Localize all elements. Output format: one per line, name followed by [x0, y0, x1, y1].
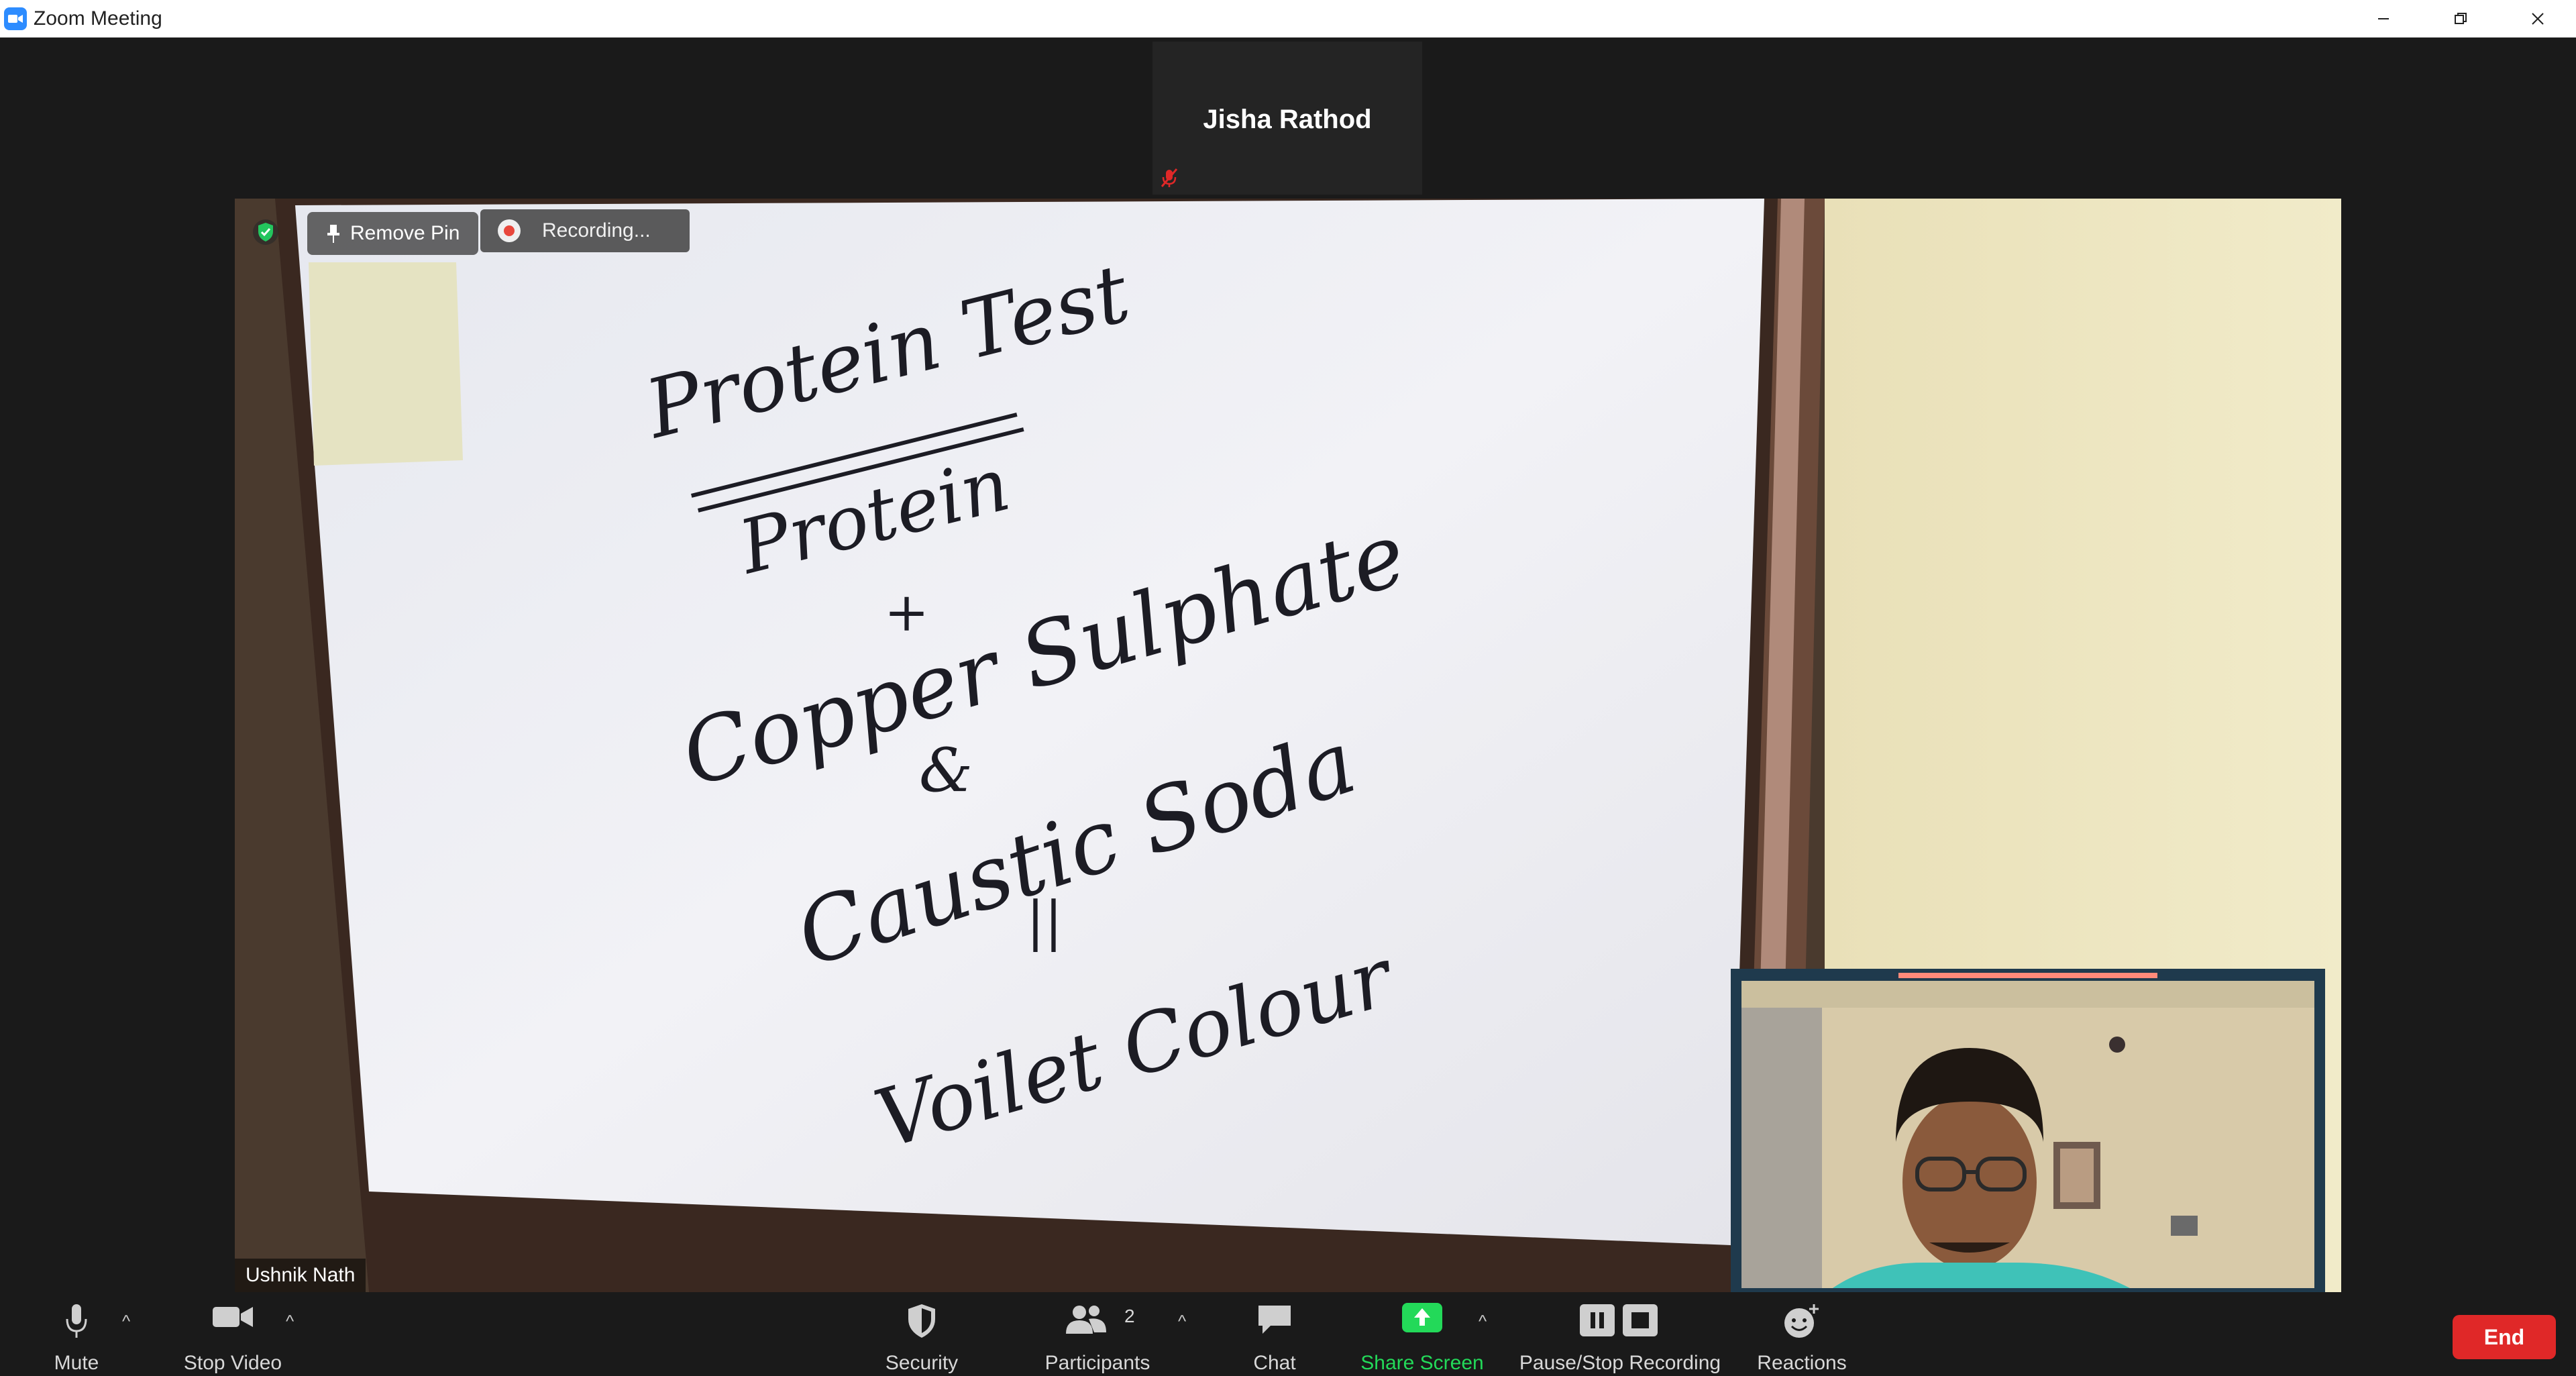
reactions-button[interactable]: Reactions — [1755, 1292, 1849, 1376]
video-camera-icon — [213, 1307, 253, 1327]
minimize-icon — [2377, 18, 2389, 19]
pause-stop-icons — [1580, 1304, 1658, 1336]
pause-stop-recording-button[interactable]: Pause/Stop Recording — [1517, 1292, 1723, 1376]
self-view-feed — [1741, 981, 2314, 1288]
zoom-app-icon — [4, 7, 27, 30]
security-label: Security — [885, 1352, 959, 1374]
mute-label: Mute — [54, 1352, 99, 1374]
share-screen-button[interactable]: Share Screen — [1359, 1292, 1485, 1376]
close-button[interactable] — [2499, 0, 2576, 38]
window-controls — [2345, 0, 2576, 38]
participants-icon — [1065, 1306, 1106, 1334]
chat-label: Chat — [1253, 1352, 1296, 1374]
encryption-shield-icon[interactable] — [252, 219, 279, 246]
reactions-smiley-icon — [1784, 1304, 1819, 1338]
chat-bubble-icon — [1258, 1306, 1291, 1334]
self-view-camera-image — [1741, 981, 2314, 1288]
minimize-button[interactable] — [2345, 0, 2422, 38]
window-title: Zoom Meeting — [34, 7, 162, 30]
whiteboard-line-7: || — [1026, 890, 1063, 952]
restore-icon — [2454, 13, 2467, 24]
share-screen-icon — [1402, 1303, 1442, 1332]
restore-button[interactable] — [2422, 0, 2499, 38]
participant-name-label: Ushnik Nath — [235, 1259, 366, 1292]
stop-video-button[interactable]: Stop Video — [176, 1292, 290, 1376]
participants-count-badge: 2 — [1124, 1306, 1135, 1326]
audio-options-chevron-icon[interactable]: ^ — [122, 1311, 130, 1332]
stop-video-label: Stop Video — [183, 1352, 282, 1374]
meeting-toolbar: Mute ^ Stop Video ^ Security 2 Participa… — [0, 1292, 2576, 1376]
participant-tile-top[interactable]: Jisha Rathod — [1152, 42, 1422, 195]
self-view-video[interactable] — [1731, 969, 2325, 1292]
remove-pin-label: Remove Pin — [350, 222, 460, 244]
whiteboard-line-3: + — [884, 581, 930, 643]
chat-button[interactable]: Chat — [1246, 1292, 1303, 1376]
microphone-icon — [66, 1304, 87, 1338]
pin-icon — [327, 225, 339, 243]
reactions-label: Reactions — [1757, 1352, 1847, 1374]
speaking-indicator — [1898, 973, 2157, 978]
video-options-chevron-icon[interactable]: ^ — [286, 1311, 294, 1332]
participants-options-chevron-icon[interactable]: ^ — [1178, 1311, 1186, 1332]
record-icon — [498, 219, 521, 242]
whiteboard-line-1: Protein Test — [637, 247, 1138, 457]
security-button[interactable]: Security — [876, 1292, 967, 1376]
muted-mic-icon — [1161, 168, 1178, 187]
share-options-chevron-icon[interactable]: ^ — [1479, 1311, 1487, 1332]
close-icon — [2531, 13, 2544, 25]
pause-stop-recording-label: Pause/Stop Recording — [1519, 1352, 1721, 1374]
recording-label: Recording... — [542, 219, 651, 242]
remove-pin-button[interactable]: Remove Pin — [307, 212, 479, 255]
whiteboard-line-2: Protein — [731, 441, 1018, 591]
whiteboard-line-5: & — [919, 735, 973, 806]
mute-button[interactable]: Mute — [44, 1292, 109, 1376]
share-screen-label: Share Screen — [1360, 1352, 1484, 1374]
end-meeting-button[interactable]: End — [2453, 1315, 2556, 1359]
recording-indicator[interactable]: Recording... — [480, 209, 690, 252]
title-bar: Zoom Meeting — [0, 0, 2576, 38]
meeting-stage: Jisha Rathod Protein Test Protein + Copp… — [0, 38, 2576, 1292]
participants-label: Participants — [1044, 1352, 1150, 1374]
participant-name: Jisha Rathod — [1203, 105, 1372, 134]
participants-button[interactable]: 2 Participants — [1040, 1292, 1155, 1376]
security-shield-icon — [908, 1304, 935, 1338]
whiteboard-line-8: Voilet Colour — [865, 931, 1402, 1167]
